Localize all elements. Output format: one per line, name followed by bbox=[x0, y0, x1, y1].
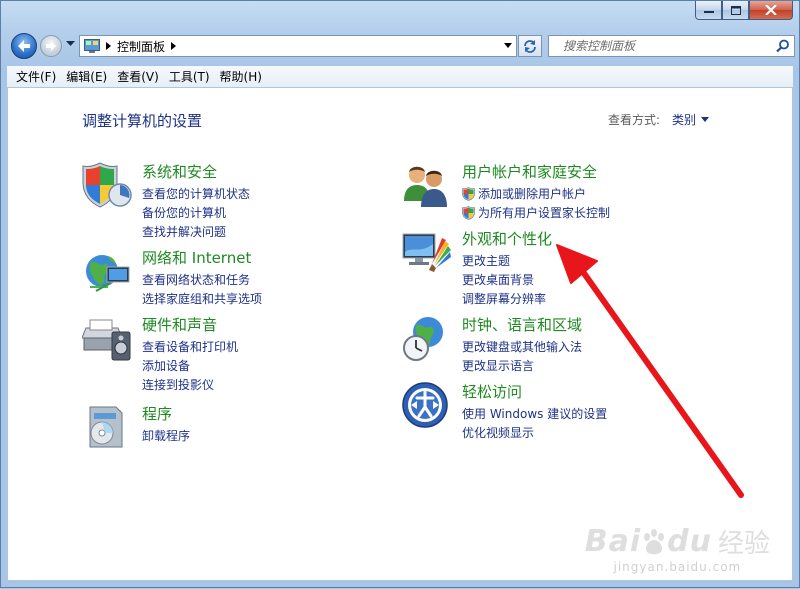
minimize-button[interactable] bbox=[695, 1, 722, 20]
category-clock-language: 时钟、语言和区域 更改键盘或其他输入法 更改显示语言 bbox=[402, 314, 732, 374]
link-homegroup-sharing[interactable]: 选择家庭组和共享选项 bbox=[142, 289, 262, 308]
menu-tools[interactable]: 工具(T) bbox=[164, 68, 215, 85]
address-bar[interactable]: 控制面板 bbox=[79, 35, 517, 57]
watermark-brand-tail: du bbox=[667, 524, 712, 559]
category-appearance: 外观和个性化 更改主题 更改桌面背景 调整屏幕分辨率 bbox=[402, 228, 732, 308]
breadcrumb-chevron-right-icon[interactable] bbox=[171, 42, 177, 50]
link-optimize-video-display[interactable]: 优化视频显示 bbox=[462, 423, 607, 442]
link-view-network-status[interactable]: 查看网络状态和任务 bbox=[142, 270, 262, 289]
link-windows-recommended-settings[interactable]: 使用 Windows 建议的设置 bbox=[462, 404, 607, 423]
clock-language-icon bbox=[403, 317, 443, 361]
category-links: 查看您的计算机状态 备份您的计算机 查找并解决问题 bbox=[142, 184, 250, 241]
watermark-url: jingyan.baidu.com bbox=[613, 560, 742, 574]
network-icon bbox=[86, 255, 130, 292]
link-view-computer-status[interactable]: 查看您的计算机状态 bbox=[142, 184, 250, 203]
link-parental-controls[interactable]: 为所有用户设置家长控制 bbox=[462, 203, 610, 222]
address-chevron-down-icon[interactable] bbox=[504, 43, 512, 49]
close-icon bbox=[765, 5, 777, 15]
link-text[interactable]: 添加或删除用户帐户 bbox=[478, 185, 586, 202]
search-box[interactable] bbox=[548, 35, 795, 57]
page-title: 调整计算机的设置 bbox=[82, 112, 203, 130]
forward-button[interactable] bbox=[40, 35, 62, 57]
link-adjust-resolution[interactable]: 调整屏幕分辨率 bbox=[462, 289, 546, 308]
navigation-bar: 控制面板 bbox=[7, 29, 795, 63]
link-change-desktop-background[interactable]: 更改桌面背景 bbox=[462, 270, 546, 289]
link-add-device[interactable]: 添加设备 bbox=[142, 356, 238, 375]
programs-icon bbox=[89, 406, 123, 448]
category-user-accounts: 用户帐户和家庭安全 添加或删除用户帐户 为所有用户设置家长控制 bbox=[402, 161, 732, 221]
category-title[interactable]: 硬件和声音 bbox=[142, 314, 217, 335]
ease-of-access-icon bbox=[402, 382, 448, 428]
uac-shield-icon bbox=[462, 205, 475, 220]
appearance-icon bbox=[402, 233, 451, 272]
category-links: 卸载程序 bbox=[142, 426, 190, 445]
category-links: 使用 Windows 建议的设置 优化视频显示 bbox=[462, 404, 607, 442]
link-connect-projector[interactable]: 连接到投影仪 bbox=[142, 375, 238, 394]
link-devices-printers[interactable]: 查看设备和打印机 bbox=[142, 337, 238, 356]
search-input[interactable] bbox=[563, 36, 763, 56]
menu-edit[interactable]: 编辑(E) bbox=[61, 68, 112, 85]
category-title[interactable]: 系统和安全 bbox=[142, 161, 217, 182]
forward-arrow-icon bbox=[46, 41, 56, 51]
content-area: 调整计算机的设置 查看方式: 类别 系统和安全 查看您的计算机状态 备份您的计算… bbox=[7, 88, 793, 581]
category-links: 添加或删除用户帐户 为所有用户设置家长控制 bbox=[462, 184, 610, 222]
baidu-jingyan-watermark: Bai du 经验 jingyan.baidu.com bbox=[585, 523, 770, 574]
link-add-remove-accounts[interactable]: 添加或删除用户帐户 bbox=[462, 184, 610, 203]
link-change-theme[interactable]: 更改主题 bbox=[462, 251, 546, 270]
category-hardware-sound: 硬件和声音 查看设备和打印机 添加设备 连接到投影仪 bbox=[82, 314, 382, 394]
breadcrumb-chevron-right-icon[interactable] bbox=[106, 42, 111, 50]
watermark-word: 经验 bbox=[717, 529, 770, 559]
view-by-chevron-down-icon[interactable] bbox=[701, 117, 710, 122]
breadcrumb-control-panel[interactable]: 控制面板 bbox=[117, 38, 165, 55]
category-links: 更改键盘或其他输入法 更改显示语言 bbox=[462, 337, 582, 375]
hardware-sound-icon bbox=[82, 319, 131, 361]
view-by-dropdown[interactable]: 类别 bbox=[672, 111, 696, 128]
category-title[interactable]: 用户帐户和家庭安全 bbox=[462, 161, 597, 182]
refresh-icon bbox=[524, 40, 536, 53]
menu-help[interactable]: 帮助(H) bbox=[215, 68, 267, 85]
category-links: 查看网络状态和任务 选择家庭组和共享选项 bbox=[142, 270, 262, 308]
user-accounts-icon bbox=[404, 166, 447, 207]
category-title[interactable]: 轻松访问 bbox=[462, 381, 522, 402]
menu-file[interactable]: 文件(F) bbox=[11, 68, 61, 85]
category-title[interactable]: 外观和个性化 bbox=[462, 228, 552, 249]
category-links: 查看设备和打印机 添加设备 连接到投影仪 bbox=[142, 337, 238, 394]
view-by: 查看方式: 类别 bbox=[608, 111, 710, 128]
category-programs: 程序 卸载程序 bbox=[82, 403, 382, 453]
category-links: 更改主题 更改桌面背景 调整屏幕分辨率 bbox=[462, 251, 546, 308]
category-title[interactable]: 程序 bbox=[142, 403, 172, 424]
minimize-icon bbox=[703, 11, 714, 13]
link-change-display-language[interactable]: 更改显示语言 bbox=[462, 356, 582, 375]
link-troubleshoot[interactable]: 查找并解决问题 bbox=[142, 222, 250, 241]
maximize-button[interactable] bbox=[722, 1, 749, 20]
link-uninstall-program[interactable]: 卸载程序 bbox=[142, 426, 190, 445]
paw-logo-icon bbox=[644, 528, 665, 554]
category-title[interactable]: 时钟、语言和区域 bbox=[462, 314, 582, 335]
search-icon[interactable] bbox=[776, 39, 790, 53]
close-button[interactable] bbox=[749, 1, 793, 20]
category-ease-of-access: 轻松访问 使用 Windows 建议的设置 优化视频显示 bbox=[402, 381, 732, 441]
control-panel-icon bbox=[84, 39, 100, 53]
refresh-button[interactable] bbox=[518, 35, 542, 57]
control-panel-window: 控制面板 文件(F) 编辑(E) 查看(V) 工具(T) 帮助(H) 调整计算机… bbox=[0, 0, 800, 588]
watermark-brand: Bai bbox=[584, 524, 642, 559]
view-by-label: 查看方式: bbox=[608, 113, 661, 127]
menu-view[interactable]: 查看(V) bbox=[112, 68, 164, 85]
link-backup-computer[interactable]: 备份您的计算机 bbox=[142, 203, 250, 222]
category-system-security: 系统和安全 查看您的计算机状态 备份您的计算机 查找并解决问题 bbox=[82, 161, 382, 241]
system-security-icon bbox=[82, 162, 132, 208]
category-network-internet: 网络和 Internet 查看网络状态和任务 选择家庭组和共享选项 bbox=[82, 247, 382, 307]
category-title[interactable]: 网络和 Internet bbox=[142, 247, 251, 268]
maximize-icon bbox=[730, 5, 741, 15]
uac-shield-icon bbox=[462, 186, 475, 201]
caption-buttons bbox=[695, 1, 793, 21]
recent-pages-chevron-down-icon[interactable] bbox=[66, 41, 75, 47]
menu-bar: 文件(F) 编辑(E) 查看(V) 工具(T) 帮助(H) bbox=[7, 66, 793, 88]
link-change-input-method[interactable]: 更改键盘或其他输入法 bbox=[462, 337, 582, 356]
link-text[interactable]: 为所有用户设置家长控制 bbox=[478, 204, 610, 221]
back-arrow-icon bbox=[18, 40, 30, 52]
back-button[interactable] bbox=[11, 33, 37, 59]
